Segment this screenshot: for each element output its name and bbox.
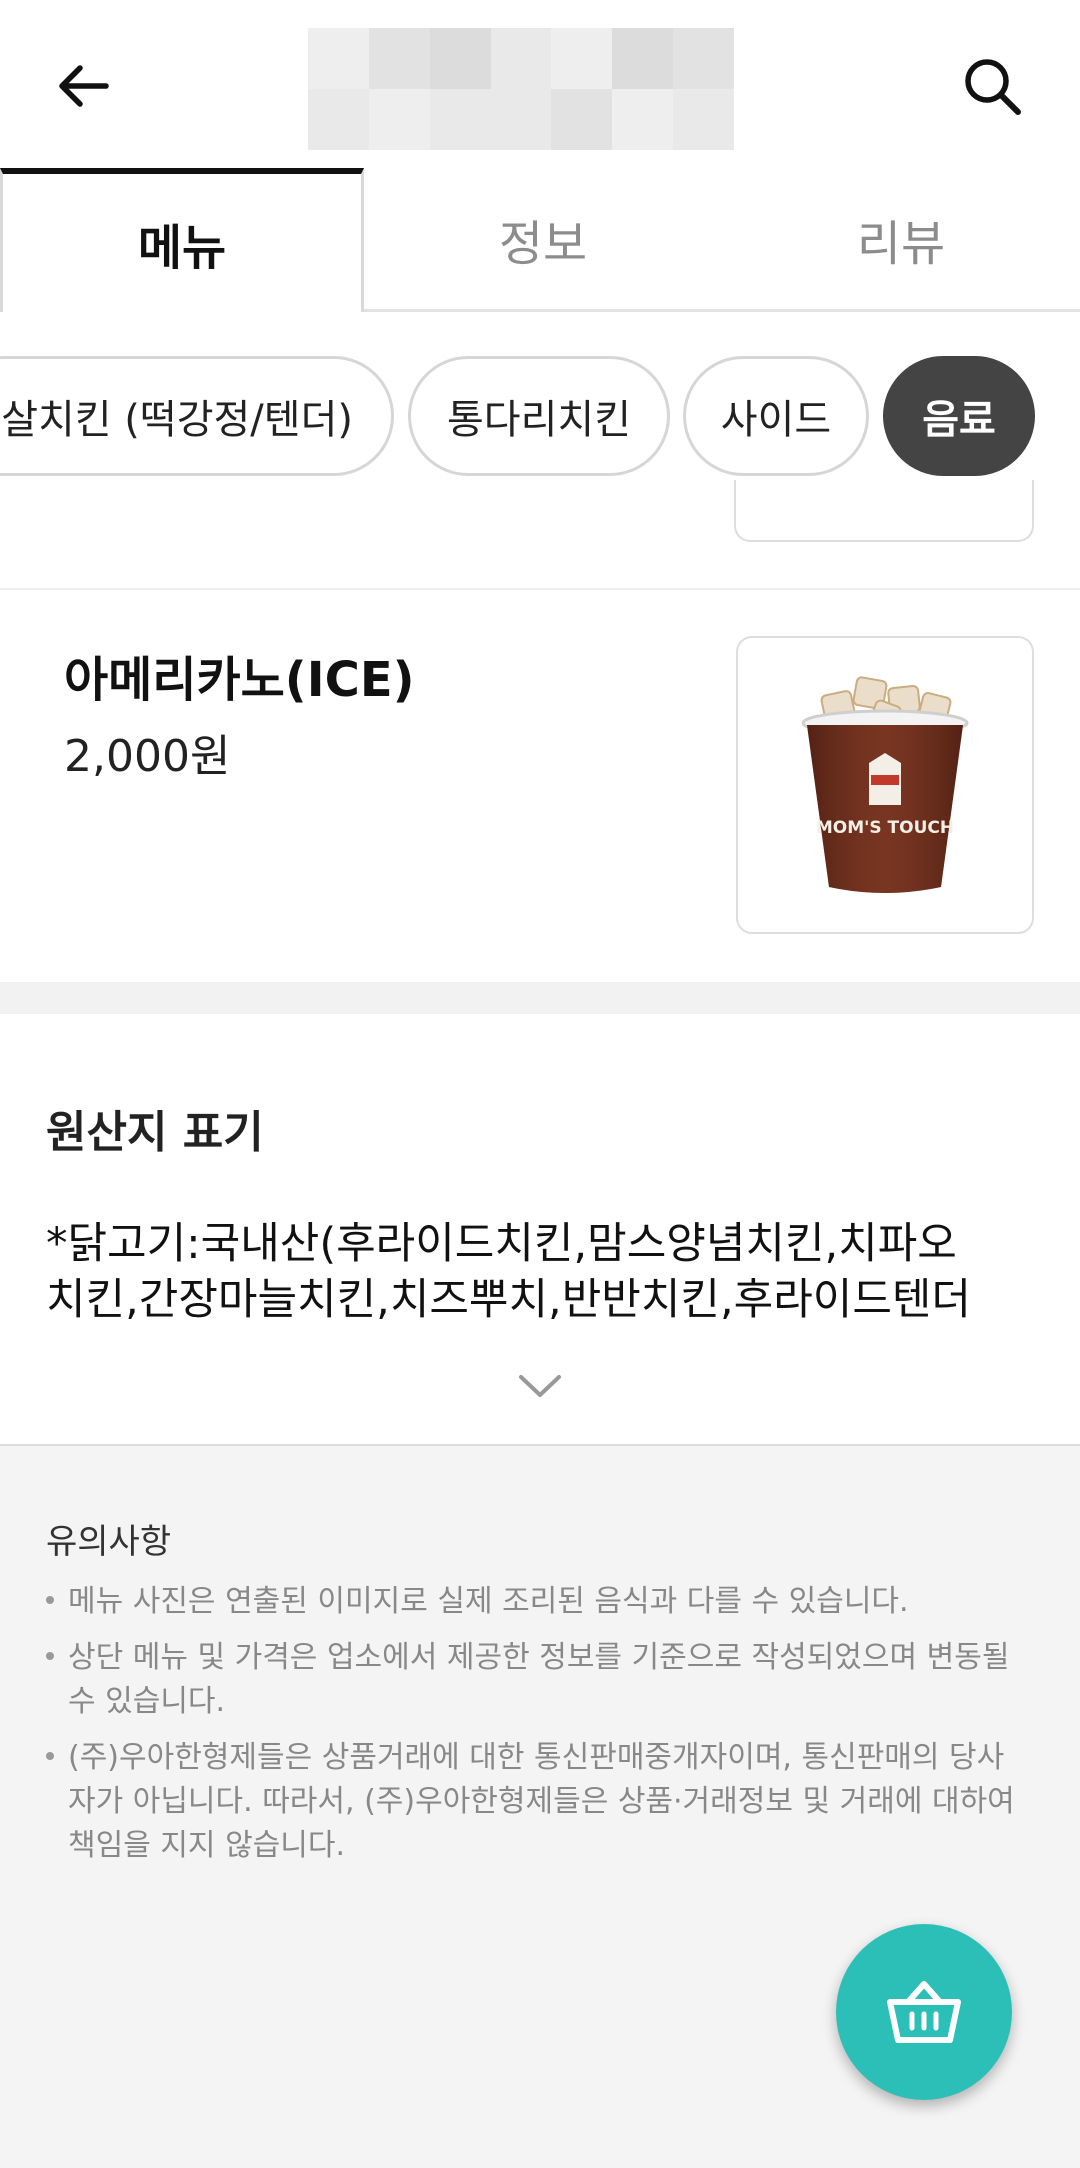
expand-origin-button[interactable] — [510, 1366, 570, 1406]
search-icon — [965, 59, 1021, 115]
notice-item: (주)우아한형제들은 상품거래에 대한 통신판매중개자이며, 통신판매의 당사자… — [46, 1736, 1026, 1868]
menu-item-image[interactable]: MOM'S TOUCH — [736, 636, 1034, 934]
store-name-blurred — [308, 28, 734, 150]
menu-item[interactable]: 아메리카노(ICE) 2,000원 MOM'S TOUCH — [0, 590, 1080, 980]
cart-button[interactable] — [836, 1924, 1012, 2100]
previous-item-image-edge — [734, 480, 1034, 542]
chip-beverage[interactable]: 음료 — [883, 356, 1035, 476]
origin-text-line-2: 치킨,간장마늘치킨,치즈뿌치,반반치킨,후라이드텐더 — [46, 1275, 971, 1325]
tab-menu[interactable]: 메뉴 — [0, 168, 364, 312]
menu-item-price: 2,000원 — [64, 731, 231, 782]
chevron-down-icon — [519, 1375, 561, 1397]
origin-section: 원산지 표기 *닭고기:국내산(후라이드치킨,맘스양념치킨,치파오 치킨,간장마… — [0, 1014, 1080, 1446]
chip-drumstick-chicken[interactable]: 통다리치킨 — [408, 356, 670, 476]
notice-list: 메뉴 사진은 연출된 이미지로 실제 조리된 음식과 다를 수 있습니다. 상단… — [46, 1580, 1026, 1880]
notice-item: 메뉴 사진은 연출된 이미지로 실제 조리된 음식과 다를 수 있습니다. — [46, 1580, 1026, 1624]
search-button[interactable] — [956, 50, 1028, 122]
origin-text-line-1: *닭고기:국내산(후라이드치킨,맘스양념치킨,치파오 — [46, 1219, 957, 1269]
menu-item-name: 아메리카노(ICE) — [64, 652, 415, 708]
notice-title: 유의사항 — [46, 1522, 172, 1562]
notice-item: 상단 메뉴 및 가격은 업소에서 제공한 정보를 기준으로 작성되었으며 변동될… — [46, 1636, 1026, 1724]
arrow-left-icon — [59, 65, 109, 107]
tab-bar: 메뉴 정보 리뷰 — [0, 168, 1080, 312]
iced-americano-cup-image: MOM'S TOUCH — [801, 676, 969, 893]
tab-reviews[interactable]: 리뷰 — [722, 168, 1080, 309]
back-button[interactable] — [48, 50, 120, 122]
category-chip-bar: 순살치킨 (떡강정/텐더) 통다리치킨 사이드 음료 — [0, 356, 1080, 476]
origin-title: 원산지 표기 — [46, 1107, 264, 1158]
cup-logo-text: MOM'S TOUCH — [816, 818, 954, 838]
section-separator — [0, 982, 1080, 1014]
chip-boneless-chicken[interactable]: 순살치킨 (떡강정/텐더) — [0, 356, 394, 476]
tab-info[interactable]: 정보 — [364, 168, 722, 309]
origin-text: *닭고기:국내산(후라이드치킨,맘스양념치킨,치파오 치킨,간장마늘치킨,치즈뿌… — [46, 1216, 1046, 1328]
chip-side[interactable]: 사이드 — [683, 356, 869, 476]
top-bar — [0, 0, 1080, 168]
basket-icon — [887, 1981, 961, 2043]
